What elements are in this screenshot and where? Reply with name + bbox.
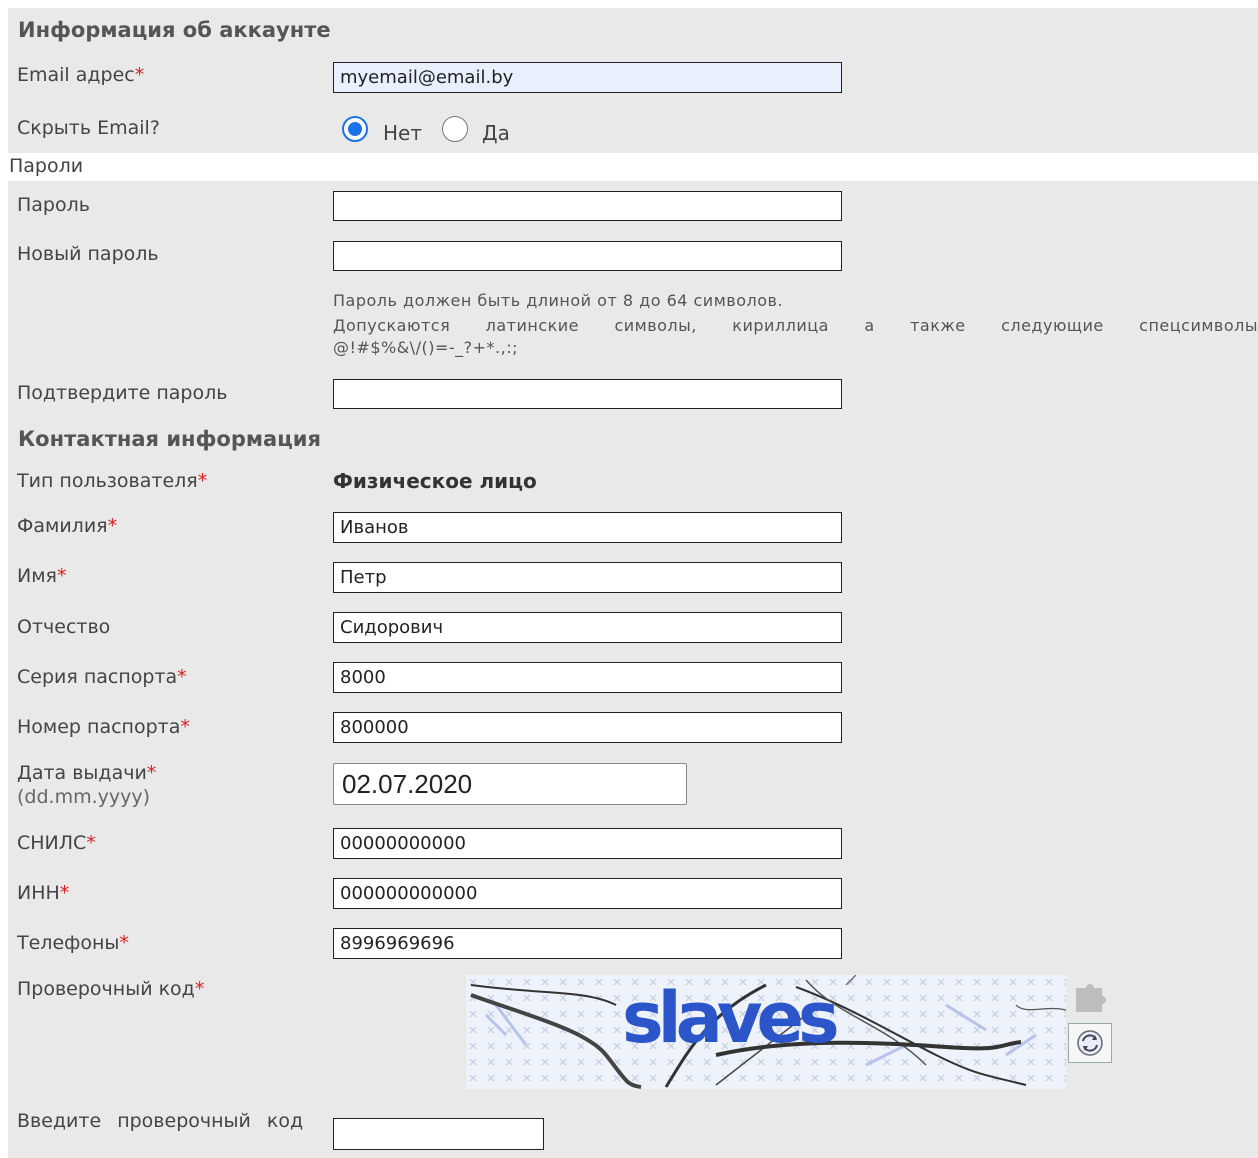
password-hint-line3: @!#$%&\/()=-_?+*.,:; [333, 338, 518, 357]
last-name-label: Фамилия* [17, 515, 118, 537]
password-hint-line1: Пароль должен быть длиной от 8 до 64 сим… [333, 291, 784, 310]
required-mark: * [180, 716, 190, 738]
passport-number-label: Номер паспорта* [17, 716, 190, 738]
refresh-icon [1077, 1030, 1103, 1056]
required-mark: * [177, 666, 187, 688]
first-name-label: Имя* [17, 565, 67, 587]
patronymic-input[interactable] [333, 612, 842, 643]
hide-email-yes-label[interactable]: Да [482, 121, 510, 145]
captcha-audio-button[interactable] [1068, 976, 1112, 1016]
new-password-input[interactable] [333, 241, 842, 271]
hide-email-no-label[interactable]: Нет [383, 121, 422, 145]
issue-date-label: Дата выдачи* (dd.mm.yyyy) [17, 762, 157, 808]
captcha-image: slaves [466, 975, 1066, 1089]
hide-email-label: Скрыть Email? [17, 117, 160, 139]
puzzle-icon [1076, 984, 1106, 1012]
confirm-password-input[interactable] [333, 379, 842, 409]
issue-date-format: (dd.mm.yyyy) [17, 786, 151, 808]
password-hint-line2: Допускаются латинские символы, кириллица… [333, 316, 1258, 335]
required-mark: * [134, 64, 145, 86]
password-label: Пароль [17, 194, 90, 216]
captcha-text: slaves [622, 977, 840, 1059]
required-mark: * [146, 762, 157, 784]
contact-section-title: Контактная информация [18, 427, 321, 451]
user-type-value: Физическое лицо [333, 469, 537, 493]
hide-email-no-radio[interactable] [342, 116, 368, 142]
phones-label: Телефоны* [17, 932, 129, 954]
captcha-refresh-button[interactable] [1068, 1023, 1112, 1063]
passport-series-input[interactable] [333, 662, 842, 693]
required-mark: * [107, 515, 118, 537]
required-mark: * [197, 470, 208, 492]
password-input[interactable] [333, 191, 842, 221]
required-mark: * [59, 882, 70, 904]
inn-input[interactable] [333, 878, 842, 909]
account-section-title: Информация об аккаунте [18, 18, 331, 42]
hide-email-yes-radio[interactable] [442, 116, 468, 142]
new-password-label: Новый пароль [17, 243, 159, 265]
captcha-input[interactable] [333, 1118, 544, 1150]
user-type-label: Тип пользователя* [17, 470, 208, 492]
issue-date-input[interactable] [333, 763, 687, 805]
patronymic-label: Отчество [17, 616, 111, 638]
inn-label: ИНН* [17, 882, 70, 904]
captcha-label: Проверочный код* [17, 978, 205, 1000]
required-mark: * [194, 978, 205, 1000]
required-mark: * [119, 932, 129, 954]
confirm-password-label: Подтвердите пароль [17, 382, 228, 404]
captcha-input-label: Введите проверочный код [17, 1110, 304, 1132]
snils-input[interactable] [333, 828, 842, 859]
passport-number-input[interactable] [333, 712, 842, 743]
phones-input[interactable] [333, 928, 842, 959]
first-name-input[interactable] [333, 562, 842, 593]
required-mark: * [56, 565, 67, 587]
passwords-section-title: Пароли [9, 155, 84, 177]
email-label: Email адрес* [17, 64, 145, 86]
required-mark: * [86, 832, 96, 854]
password-hint: Пароль должен быть длиной от 8 до 64 сим… [333, 288, 1258, 358]
last-name-input[interactable] [333, 512, 842, 543]
email-input[interactable] [333, 62, 842, 93]
snils-label: СНИЛС* [17, 832, 96, 854]
passport-series-label: Серия паспорта* [17, 666, 187, 688]
